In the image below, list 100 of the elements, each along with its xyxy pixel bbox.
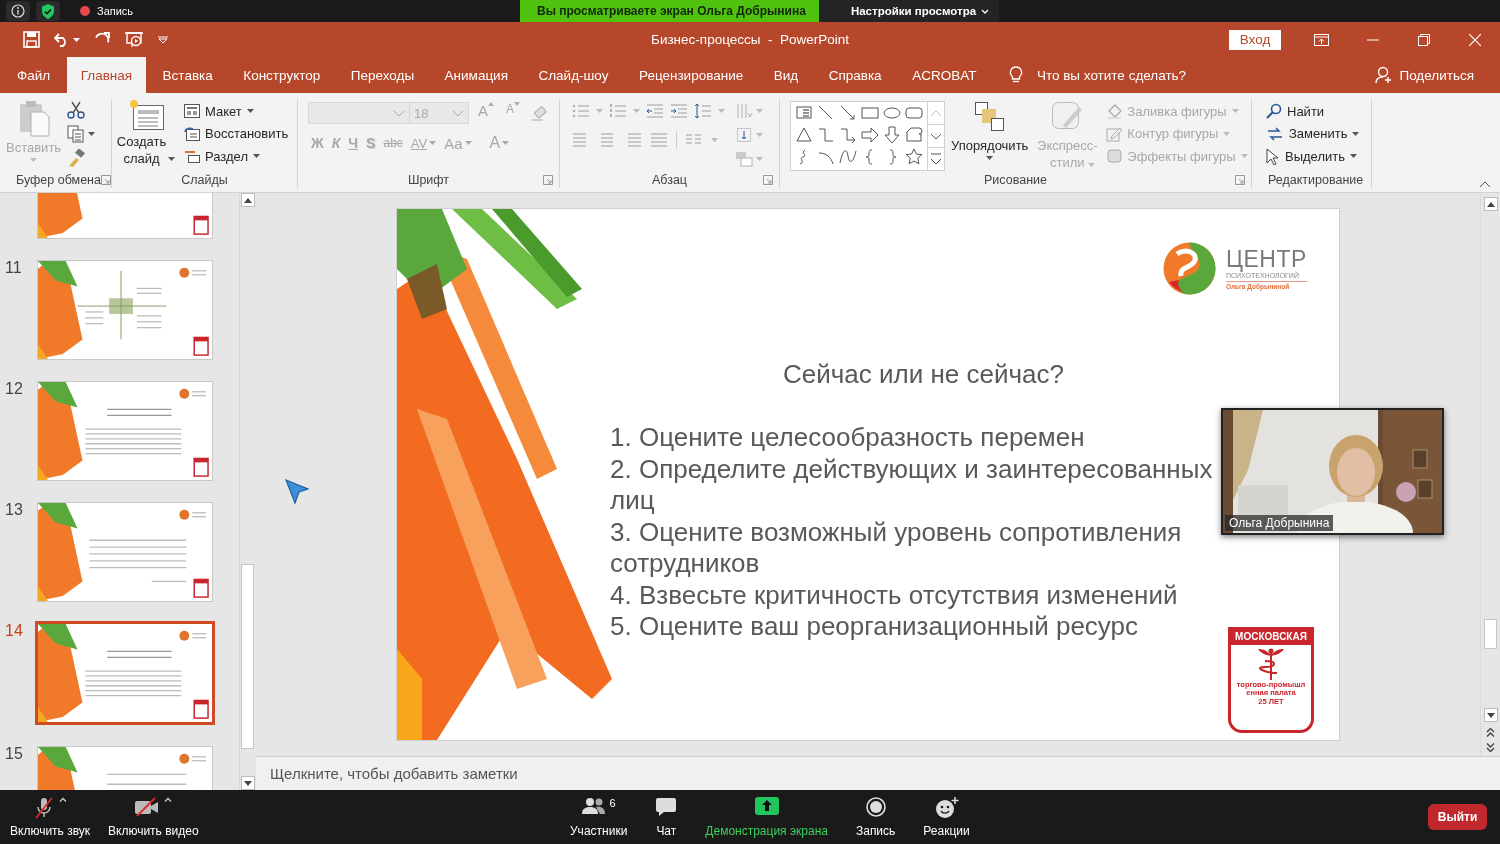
caret-up-icon[interactable] xyxy=(164,796,173,802)
triangle-down-icon[interactable] xyxy=(514,102,521,106)
layout-icon[interactable] xyxy=(184,104,200,118)
ribbon-tab[interactable]: Переходы xyxy=(336,57,429,93)
ribbon-tab[interactable]: Вставка xyxy=(148,57,227,93)
control-label[interactable]: Реакции xyxy=(923,823,970,838)
slide-thumbnail[interactable] xyxy=(35,621,215,725)
search-icon[interactable] xyxy=(1266,103,1282,119)
slide-command[interactable]: Макет xyxy=(184,100,289,122)
customize-icon[interactable] xyxy=(158,35,168,44)
replace-icon[interactable] xyxy=(1266,125,1284,142)
slide-thumbnail[interactable] xyxy=(37,260,213,360)
collapse-ribbon-icon[interactable] xyxy=(1479,181,1491,188)
control-label[interactable]: Демонстрация экрана xyxy=(705,823,828,838)
caret-icon[interactable] xyxy=(246,109,254,113)
add-person-icon[interactable] xyxy=(1375,66,1394,84)
save-icon[interactable] xyxy=(23,31,40,48)
ribbon-tab[interactable]: Конструктор xyxy=(229,57,335,93)
scroll-thumb[interactable] xyxy=(1484,619,1497,649)
triangle-up-icon[interactable] xyxy=(488,102,494,106)
copy-icon[interactable] xyxy=(67,125,86,143)
view-options-button[interactable]: Настройки просмотра xyxy=(818,0,1000,22)
record-icon[interactable] xyxy=(865,796,886,817)
scrollbar[interactable] xyxy=(1480,193,1500,756)
video-off-icon[interactable] xyxy=(134,796,161,817)
editing-command[interactable]: Заменить xyxy=(1266,122,1360,145)
scroll-thumb[interactable] xyxy=(241,564,254,749)
caret-icon[interactable] xyxy=(88,132,96,136)
share-screen-icon[interactable] xyxy=(754,796,779,815)
slide-thumbnail[interactable] xyxy=(37,502,213,602)
chat-icon[interactable] xyxy=(655,796,678,817)
next-slide-icon[interactable] xyxy=(1486,743,1495,752)
clipboard-icon[interactable] xyxy=(17,99,50,137)
pointer-icon[interactable] xyxy=(1266,147,1280,165)
info-icon[interactable] xyxy=(11,4,25,18)
previous-slide-icon[interactable] xyxy=(1486,728,1495,737)
caret-icon[interactable] xyxy=(1352,131,1360,136)
ribbon-display-icon[interactable] xyxy=(1314,33,1329,46)
minimize-icon[interactable] xyxy=(1366,38,1379,41)
ribbon-tab[interactable]: Главная xyxy=(66,57,147,93)
shape-icon[interactable] xyxy=(881,124,903,146)
line-spacing-icon[interactable] xyxy=(694,103,712,119)
ribbon-tab[interactable]: Вид xyxy=(759,57,813,93)
sign-in-button[interactable]: Вход xyxy=(1229,29,1281,50)
control-label[interactable]: Участники xyxy=(570,823,628,838)
restore-icon[interactable] xyxy=(1417,33,1430,46)
ribbon-tab[interactable]: Рецензирование xyxy=(624,57,758,93)
scrollbar[interactable] xyxy=(239,193,256,790)
caret-icon[interactable] xyxy=(73,37,80,42)
section-icon[interactable] xyxy=(184,149,200,163)
control-label[interactable]: Чат xyxy=(656,823,677,838)
video-tile[interactable]: Ольга Добрынина xyxy=(1221,408,1444,535)
dialog-launcher-icon[interactable] xyxy=(763,174,773,185)
arrange-button[interactable]: Упорядочить xyxy=(951,137,1029,154)
decrease-indent-icon[interactable] xyxy=(646,103,664,119)
control-label[interactable]: Включить звук xyxy=(10,823,91,838)
new-slide-icon[interactable] xyxy=(128,99,164,131)
ribbon-tab[interactable]: ACROBAT xyxy=(898,57,991,93)
shield-icon[interactable] xyxy=(41,3,55,19)
caret-up-icon[interactable] xyxy=(59,796,67,802)
caret-icon[interactable] xyxy=(986,156,994,160)
control-label[interactable]: Включить видео xyxy=(108,823,199,838)
slideshow-icon[interactable] xyxy=(124,31,144,48)
editing-command[interactable]: Найти xyxy=(1266,100,1360,122)
ribbon-tab[interactable]: Слайд-шоу xyxy=(524,57,623,93)
down-arrow-icon[interactable] xyxy=(244,780,252,786)
dialog-launcher-icon[interactable] xyxy=(543,174,553,185)
cut-icon[interactable] xyxy=(67,101,86,119)
close-icon[interactable] xyxy=(1468,33,1481,46)
tell-me-field[interactable]: Что вы хотите сделать? xyxy=(1036,67,1187,83)
slide-thumbnail[interactable] xyxy=(37,381,213,481)
caret-icon[interactable] xyxy=(1350,154,1357,158)
down-arrow-icon[interactable] xyxy=(1486,712,1495,718)
editing-command[interactable]: Выделить xyxy=(1266,145,1360,167)
encryption-button[interactable] xyxy=(36,1,60,21)
lightbulb-icon[interactable] xyxy=(1008,66,1023,84)
leave-button[interactable]: Выйти xyxy=(1428,804,1487,830)
participants-icon[interactable] xyxy=(581,796,606,815)
caret-icon[interactable] xyxy=(252,154,260,158)
ribbon-tab[interactable]: Справка xyxy=(814,57,896,93)
slide-command[interactable]: Восстановить xyxy=(184,122,289,145)
increase-indent-icon[interactable] xyxy=(670,103,688,119)
reset-slide-icon[interactable] xyxy=(184,126,200,141)
smiley-plus-icon[interactable] xyxy=(934,796,959,819)
ribbon-tab[interactable]: Анимация xyxy=(430,57,522,93)
up-arrow-icon[interactable] xyxy=(244,197,252,203)
caret-icon[interactable] xyxy=(168,157,176,161)
shapes-gallery[interactable] xyxy=(790,101,945,171)
format-painter-icon[interactable] xyxy=(67,149,86,167)
new-slide-button[interactable]: Создать слайд xyxy=(116,133,167,167)
control-label[interactable]: Запись xyxy=(855,823,896,838)
muted-mic-icon[interactable] xyxy=(33,796,55,819)
slide-command[interactable]: Раздел xyxy=(184,145,289,167)
dialog-launcher-icon[interactable] xyxy=(100,174,111,185)
up-arrow-icon[interactable] xyxy=(1486,201,1495,207)
dialog-launcher-icon[interactable] xyxy=(1235,174,1245,185)
ribbon-tab[interactable]: Файл xyxy=(3,57,65,93)
info-button[interactable] xyxy=(6,1,30,21)
share-button[interactable]: Поделиться xyxy=(1399,67,1474,83)
align-text-icon[interactable] xyxy=(735,127,753,143)
